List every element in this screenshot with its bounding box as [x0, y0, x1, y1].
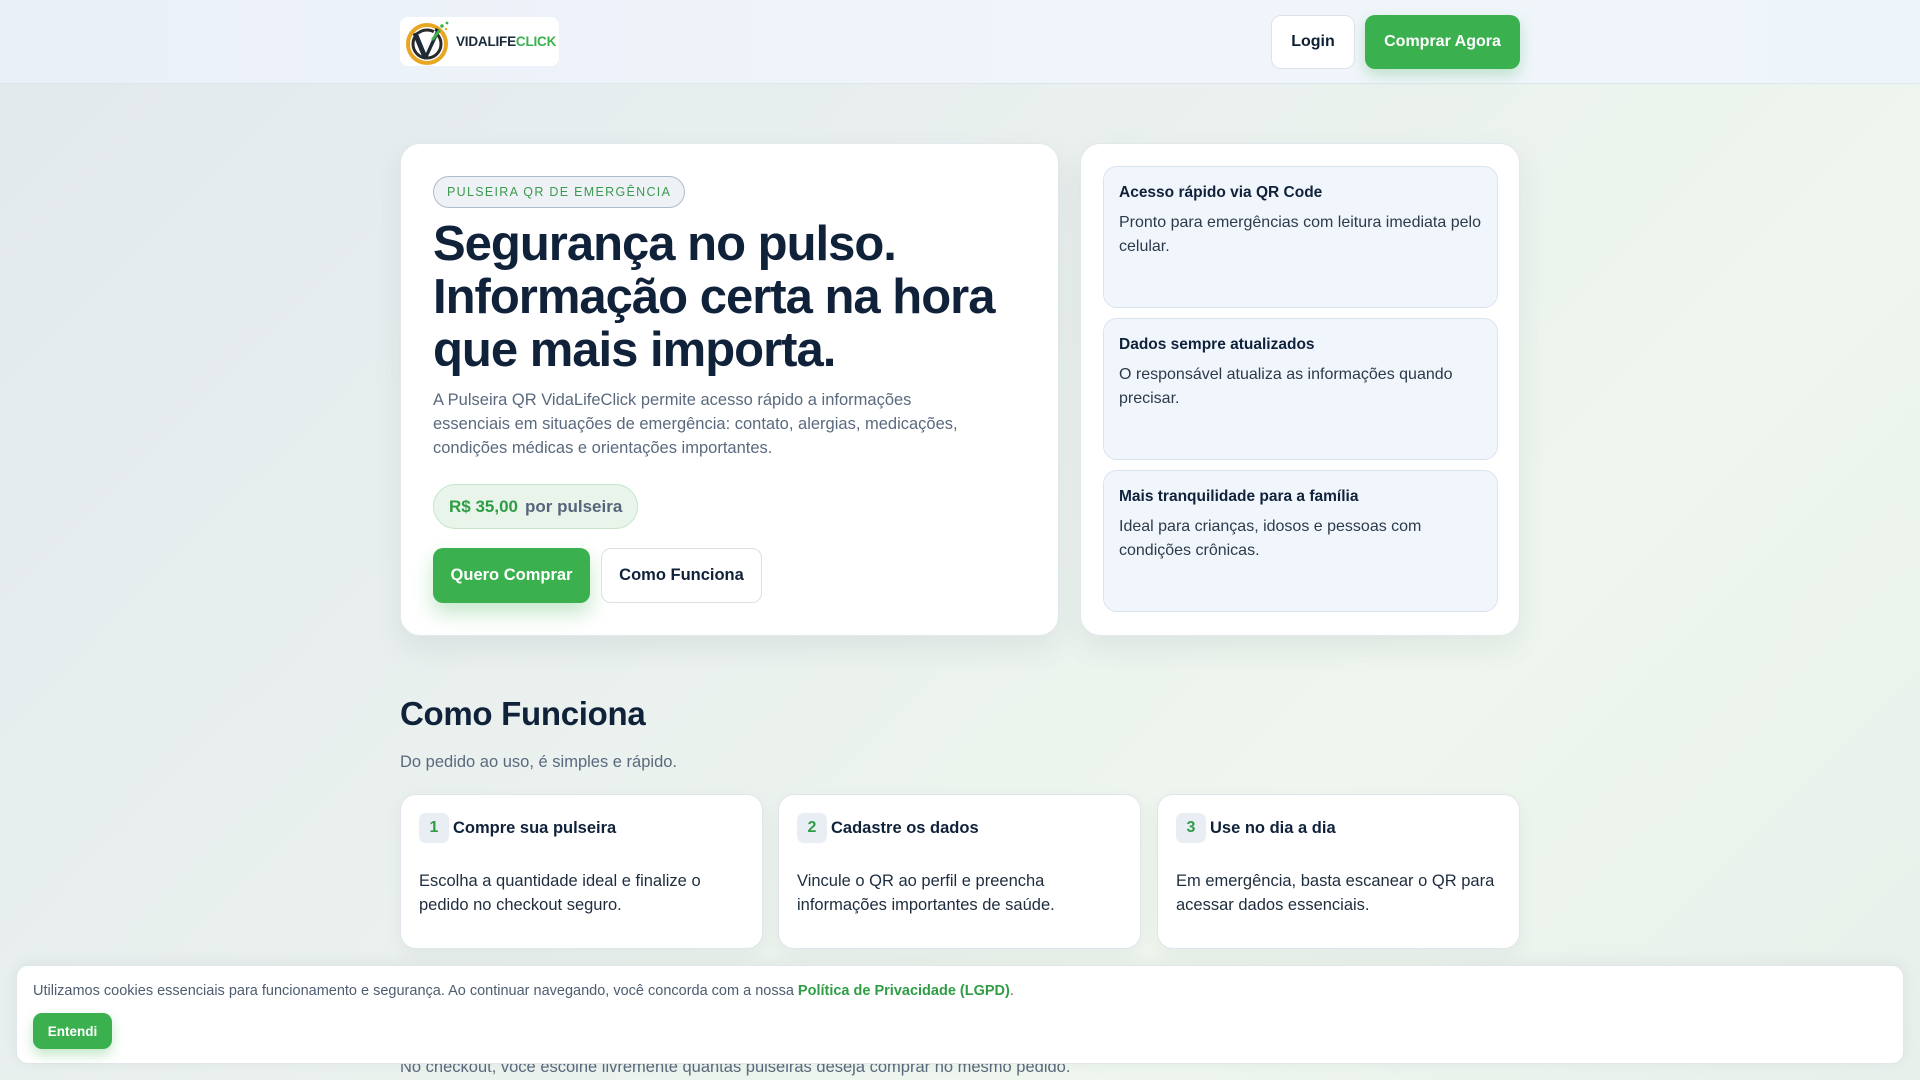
hero-card: PULSEIRA QR DE EMERGÊNCIA Segurança no p…	[400, 143, 1059, 636]
feature-text: O responsável atualiza as informações qu…	[1119, 366, 1453, 407]
login-button[interactable]: Login	[1271, 15, 1355, 69]
privacy-policy-link[interactable]: Política de Privacidade (LGPD)	[798, 983, 1010, 999]
cookie-message-text: Utilizamos cookies essenciais para funci…	[33, 983, 798, 999]
how-it-works-subtitle: Do pedido ao uso, é simples e rápido.	[400, 753, 678, 771]
hero-eyebrow-badge: PULSEIRA QR DE EMERGÊNCIA	[433, 176, 686, 208]
step-text: Vincule o QR ao perfil e preencha inform…	[797, 872, 1055, 914]
hero-title-line: que mais importa.	[433, 323, 836, 377]
cookie-message-end: .	[1009, 983, 1014, 999]
price-unit: por pulseira	[525, 496, 623, 516]
hero-title-line: Informação certa na hora	[433, 270, 995, 324]
step-number-badge: 2	[797, 813, 827, 843]
logo-wordmark-vidalife: VIDALIFE	[456, 34, 516, 49]
step-number-badge: 3	[1176, 813, 1206, 843]
cookie-message: Utilizamos cookies essenciais para funci…	[33, 983, 1014, 999]
how-it-works-button[interactable]: Como Funciona	[601, 548, 762, 603]
cookie-accept-button[interactable]: Entendi	[33, 1013, 112, 1049]
step-card: 3 Use no dia a dia Em emergência, basta …	[1157, 794, 1520, 949]
logo-wordmark-click: CLICK	[515, 34, 557, 49]
feature-title: Dados sempre atualizados	[1119, 336, 1315, 353]
step-card: 1 Compre sua pulseira Escolha a quantida…	[400, 794, 763, 949]
step-title: Cadastre os dados	[831, 819, 979, 837]
want-to-buy-button[interactable]: Quero Comprar	[433, 548, 590, 603]
step-card: 2 Cadastre os dados Vincule o QR ao perf…	[778, 794, 1141, 949]
feature-item: Acesso rápido via QR Code Pronto para em…	[1103, 166, 1498, 308]
step-number-badge: 1	[419, 813, 449, 843]
feature-item: Mais tranquilidade para a família Ideal …	[1103, 470, 1498, 612]
buy-now-button[interactable]: Comprar Agora	[1365, 15, 1520, 69]
feature-item: Dados sempre atualizados O responsável a…	[1103, 318, 1498, 460]
price-badge: R$ 35,00 por pulseira	[433, 484, 639, 529]
step-title: Use no dia a dia	[1210, 819, 1336, 837]
feature-title: Acesso rápido via QR Code	[1119, 184, 1323, 201]
hero-title-line: Segurança no pulso.	[433, 217, 897, 271]
hero-description: A Pulseira QR VidaLifeClick permite aces…	[433, 391, 958, 457]
price-value: R$ 35,00	[449, 496, 518, 516]
step-text: Em emergência, basta escanear o QR para …	[1176, 872, 1495, 914]
step-title: Compre sua pulseira	[453, 819, 617, 837]
feature-title: Mais tranquilidade para a família	[1119, 488, 1359, 505]
cookie-banner: Utilizamos cookies essenciais para funci…	[16, 965, 1904, 1064]
hero-title: Segurança no pulso. Informação certa na …	[433, 218, 1033, 377]
feature-text: Pronto para emergências com leitura imed…	[1119, 214, 1481, 255]
how-it-works-title: Como Funciona	[400, 695, 646, 732]
logo-wordmark: VIDALIFECLICK	[456, 34, 556, 49]
brand-logo[interactable]: VIDALIFECLICK	[400, 17, 559, 66]
feature-text: Ideal para crianças, idosos e pessoas co…	[1119, 518, 1422, 559]
features-card: Acesso rápido via QR Code Pronto para em…	[1080, 143, 1520, 636]
step-text: Escolha a quantidade ideal e finalize o …	[419, 872, 701, 914]
vidalife-logo-icon	[406, 21, 449, 65]
top-navigation-bar: VIDALIFECLICK Login Comprar Agora	[0, 0, 1920, 84]
